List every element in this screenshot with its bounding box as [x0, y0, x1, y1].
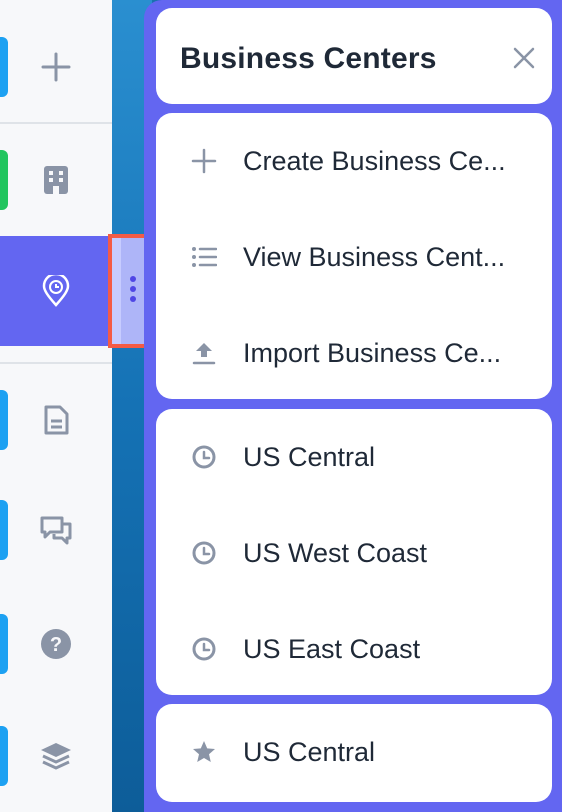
- sidebar-item-layers[interactable]: [0, 706, 112, 806]
- business-center-item[interactable]: US Central: [156, 409, 552, 505]
- building-icon: [39, 163, 73, 197]
- list-icon: [190, 243, 218, 271]
- sidebar-item-help[interactable]: ?: [0, 594, 112, 694]
- clock-icon: [190, 539, 218, 567]
- svg-text:?: ?: [50, 634, 62, 656]
- business-center-label: US Central: [243, 441, 376, 472]
- panel-header: Business Centers: [156, 8, 552, 104]
- panel-title: Business Centers: [180, 42, 437, 75]
- upload-icon: [190, 339, 218, 367]
- left-sidebar: ?: [0, 0, 112, 812]
- create-business-center-label: Create Business Ce...: [243, 145, 506, 176]
- favorite-business-center-item[interactable]: US Central: [156, 704, 552, 800]
- clock-icon: [190, 635, 218, 663]
- view-business-centers-label: View Business Cent...: [243, 241, 506, 272]
- layers-icon: [39, 739, 73, 773]
- sidebar-item-business-centers[interactable]: [0, 236, 112, 346]
- sidebar-item-add[interactable]: [0, 17, 112, 117]
- help-icon: ?: [39, 627, 73, 661]
- business-center-item[interactable]: US West Coast: [156, 505, 552, 601]
- location-clock-icon: [39, 274, 73, 308]
- close-button[interactable]: [510, 46, 538, 74]
- import-business-centers-label: Import Business Ce...: [243, 337, 502, 368]
- sidebar-item-documents[interactable]: [0, 370, 112, 470]
- business-center-label: US East Coast: [243, 633, 421, 664]
- sidebar-item-chat[interactable]: [0, 480, 112, 580]
- star-icon: [190, 738, 218, 766]
- sidebar-divider: [0, 122, 112, 124]
- favorite-business-center-label: US Central: [243, 736, 376, 767]
- centers-card: US Central US West Coast US East Coast: [156, 409, 552, 695]
- plus-icon: [39, 50, 73, 84]
- sidebar-divider: [0, 362, 112, 364]
- business-centers-panel: Business Centers Create Business Ce... V…: [144, 0, 562, 812]
- sidebar-item-buildings[interactable]: [0, 130, 112, 230]
- business-center-label: US West Coast: [243, 537, 428, 568]
- close-icon: [512, 46, 536, 75]
- favorites-card: US Central: [156, 704, 552, 802]
- import-business-centers-item[interactable]: Import Business Ce...: [156, 305, 552, 401]
- actions-card: Create Business Ce... View Business Cent…: [156, 113, 552, 399]
- chat-icon: [39, 513, 73, 547]
- create-business-center-item[interactable]: Create Business Ce...: [156, 113, 552, 209]
- document-icon: [39, 403, 73, 437]
- business-center-item[interactable]: US East Coast: [156, 601, 552, 697]
- view-business-centers-item[interactable]: View Business Cent...: [156, 209, 552, 305]
- clock-icon: [190, 443, 218, 471]
- plus-icon: [190, 147, 218, 175]
- more-vertical-icon: [129, 275, 137, 308]
